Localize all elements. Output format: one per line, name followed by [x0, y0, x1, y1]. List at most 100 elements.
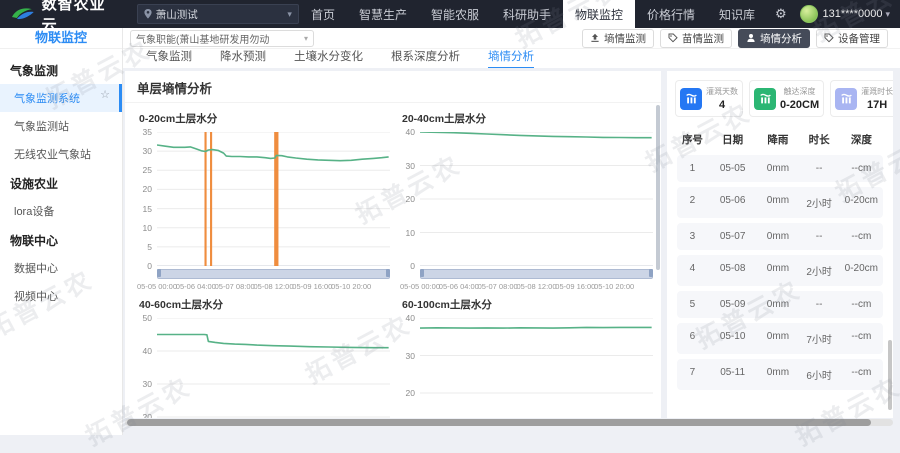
sidebar-item-气象监测站[interactable]: 气象监测站: [0, 112, 122, 140]
sidebar-item-气象监测系统[interactable]: 气象监测系统☆: [0, 84, 122, 112]
table-cell: 0mm: [757, 231, 798, 242]
table-cell: --cm: [840, 231, 883, 242]
table-cell: 05-05: [708, 163, 757, 174]
table-cell: 6: [677, 331, 708, 346]
sidebar-item-lora设备[interactable]: lora设备: [0, 197, 122, 225]
y-tick-label: 30: [406, 351, 415, 361]
sidebar-item-无线农业气象站[interactable]: 无线农业气象站: [0, 140, 122, 168]
sidebar-section-气象监测: 气象监测: [0, 55, 122, 84]
location-value: 萧山测试: [156, 7, 198, 22]
nav-item-价格行情[interactable]: 价格行情: [635, 0, 707, 28]
table-row[interactable]: 405-080mm2小时0-20cm: [677, 255, 883, 286]
table-row[interactable]: 105-050mm----cm: [677, 155, 883, 182]
苗情监测-button[interactable]: 苗情监测: [660, 29, 732, 48]
tab-气象监测[interactable]: 气象监测: [146, 48, 192, 69]
horizontal-scrollbar-thumb[interactable]: [127, 419, 871, 426]
stat-icon-box: [835, 88, 857, 110]
y-tick-label: 40: [406, 127, 415, 137]
sidebar: 物联监控 气象监测气象监测系统☆气象监测站无线农业气象站设施农业lora设备物联…: [0, 28, 123, 435]
table-cell: 0-20cm: [840, 263, 883, 278]
sidebar-item-数据中心[interactable]: 数据中心: [0, 254, 122, 282]
table-cell: 05-07: [708, 231, 757, 242]
墒情监测-button[interactable]: 墒情监测: [582, 29, 654, 48]
chevron-down-icon: ▾: [287, 9, 292, 20]
upload-icon: [590, 33, 600, 43]
table-cell: --: [799, 231, 840, 242]
chart-40-60cm: 40-60cm土层水分 20304050: [133, 291, 390, 418]
tag-icon: [668, 33, 678, 43]
stat-cards: 灌溉天数 4 触达深度 0-20CM 灌溉时长 17H: [667, 71, 893, 123]
table-row[interactable]: 205-060mm2小时0-20cm: [677, 187, 883, 218]
irrigation-icon: [685, 92, 698, 105]
table-row[interactable]: 705-110mm6小时--cm: [677, 359, 883, 390]
tab-降水预测[interactable]: 降水预测: [220, 48, 266, 69]
x-tick-label: 05-08 12:00: [253, 282, 293, 291]
table-cell: 05-06: [708, 195, 757, 210]
location-pin-icon: [144, 9, 152, 19]
table-cell: 2小时: [799, 195, 840, 210]
tab-土壤水分变化[interactable]: 土壤水分变化: [294, 48, 363, 69]
y-tick-label: 30: [143, 379, 152, 389]
chart-title: 60-100cm土层水分: [402, 297, 653, 312]
gear-icon[interactable]: ⚙: [767, 6, 795, 22]
app-logo: 数智农业云: [0, 0, 121, 35]
chart-title: 0-20cm土层水分: [139, 111, 390, 126]
sidebar-section-物联中心: 物联中心: [0, 225, 122, 254]
y-tick-label: 20: [406, 388, 415, 398]
charts-panel-scrollbar[interactable]: [656, 105, 660, 270]
sidebar-item-视频中心[interactable]: 视频中心: [0, 282, 122, 310]
tab-墒情分析[interactable]: 墒情分析: [488, 48, 534, 69]
table-scrollbar[interactable]: [888, 340, 892, 410]
tab-bar: 气象监测 降水预测 土壤水分变化 根系深度分析 墒情分析: [122, 49, 900, 70]
horizontal-scrollbar-track: [125, 419, 893, 426]
table-row[interactable]: 505-090mm----cm: [677, 291, 883, 318]
nav-item-知识库[interactable]: 知识库: [707, 0, 767, 28]
设备管理-button[interactable]: 设备管理: [816, 29, 888, 48]
y-tick-label: 25: [143, 165, 152, 175]
user-menu[interactable]: 131****0000 ▾: [823, 8, 900, 20]
nav-item-首页[interactable]: 首页: [299, 0, 347, 28]
table-row[interactable]: 605-100mm7小时--cm: [677, 323, 883, 354]
datazoom-slider[interactable]: [157, 269, 390, 279]
stat-value: 4: [719, 99, 725, 111]
location-select[interactable]: 萧山测试 ▾: [137, 4, 299, 24]
stat-label: 灌溉时长: [861, 86, 893, 97]
chart-plot[interactable]: [420, 318, 653, 418]
datazoom-handle-left[interactable]: [157, 269, 161, 277]
chart-plot[interactable]: [420, 132, 653, 266]
nav-item-科研助手[interactable]: 科研助手: [491, 0, 563, 28]
y-tick-label: 20: [406, 194, 415, 204]
y-tick-label: 20: [143, 184, 152, 194]
star-icon[interactable]: ☆: [100, 88, 110, 101]
stat-icon-box: [754, 88, 776, 110]
chart-plot[interactable]: [157, 132, 390, 266]
y-tick-label: 20: [143, 412, 152, 418]
device-select[interactable]: 气象职能(萧山基地研发用勿动 ▾: [130, 30, 314, 47]
x-tick-label: 05-05 00:00: [400, 282, 440, 291]
datazoom-slider[interactable]: [420, 269, 653, 279]
user-phone: 131****0000: [823, 8, 883, 20]
datazoom-handle-right[interactable]: [386, 269, 390, 277]
chart-plot[interactable]: [157, 318, 390, 418]
tab-根系深度分析[interactable]: 根系深度分析: [391, 48, 460, 69]
datazoom-handle-right[interactable]: [649, 269, 653, 277]
panel-title: 单层墒情分析: [125, 71, 661, 103]
stat-card-触达深度: 触达深度 0-20CM: [749, 80, 824, 117]
nav-item-智慧生产[interactable]: 智慧生产: [347, 0, 419, 28]
irrigation-table: 序号日期降雨时长深度 105-050mm----cm205-060mm2小时0-…: [667, 123, 893, 390]
user-avatar[interactable]: [800, 5, 818, 23]
tag-icon: [824, 33, 834, 43]
nav-item-智能农服[interactable]: 智能农服: [419, 0, 491, 28]
datazoom-handle-left[interactable]: [420, 269, 424, 277]
table-row[interactable]: 305-070mm----cm: [677, 223, 883, 250]
stat-value: 17H: [867, 99, 887, 111]
x-tick-label: 05-09 16:00: [292, 282, 332, 291]
table-cell: --cm: [840, 367, 883, 382]
nav-item-物联监控[interactable]: 物联监控: [563, 0, 635, 28]
x-tick-label: 05-10 20:00: [594, 282, 634, 291]
column-header-深度: 深度: [840, 132, 883, 147]
y-tick-label: 10: [406, 228, 415, 238]
table-cell: 0mm: [757, 263, 798, 278]
x-tick-label: 05-06 04:00: [439, 282, 479, 291]
墒情分析-button[interactable]: 墒情分析: [738, 29, 810, 48]
